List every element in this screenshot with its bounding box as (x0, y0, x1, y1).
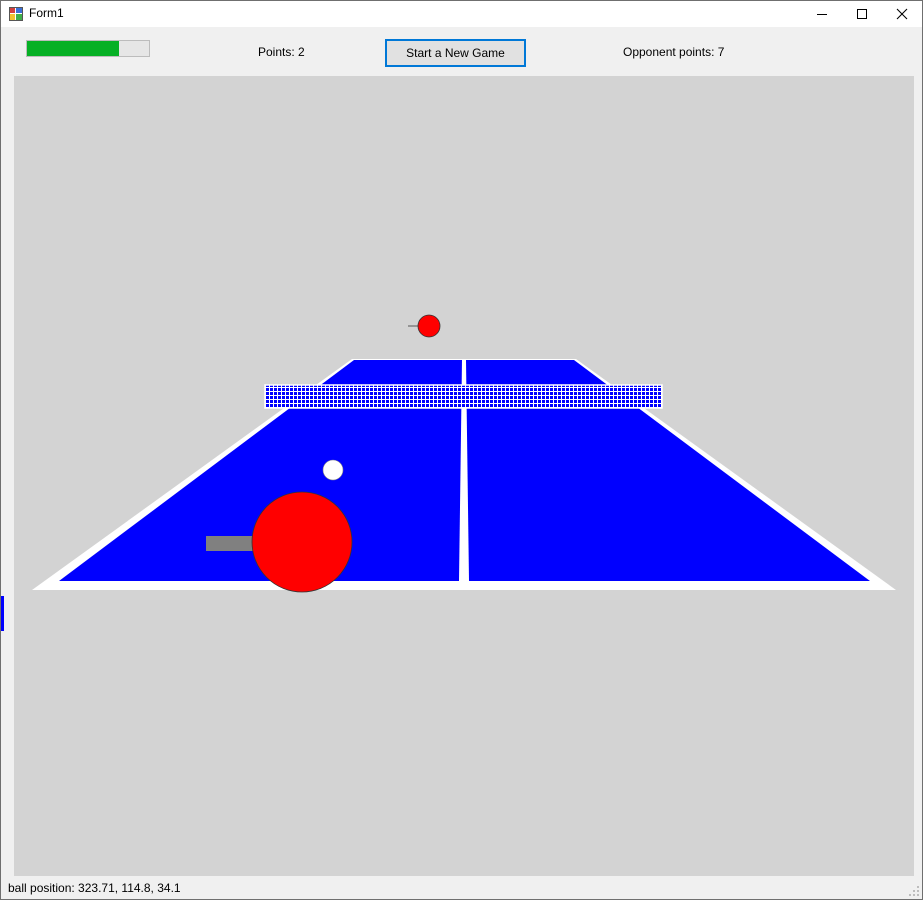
form-window: Form1 Points: 2 Start a New Game Opponen… (0, 0, 923, 900)
minimize-icon (817, 14, 827, 15)
title-bar[interactable]: Form1 (1, 1, 922, 27)
close-button[interactable] (882, 1, 922, 27)
opponent-points-label: Opponent points: 7 (623, 45, 725, 59)
app-form-icon (9, 7, 23, 21)
window-title: Form1 (29, 6, 64, 20)
player-paddle[interactable] (251, 491, 353, 593)
progress-fill (27, 41, 119, 56)
game-scene (32, 314, 896, 593)
resize-grip-icon[interactable] (908, 885, 920, 897)
net (264, 384, 663, 409)
start-new-game-button[interactable]: Start a New Game (385, 39, 526, 67)
status-bar: ball position: 323.71, 114.8, 34.1 (1, 877, 922, 899)
maximize-button[interactable] (842, 1, 882, 27)
points-label: Points: 2 (258, 45, 305, 59)
opponent-paddle (417, 314, 441, 338)
player-paddle-handle (206, 536, 256, 551)
maximize-icon (857, 9, 867, 19)
toolbar: Points: 2 Start a New Game Opponent poin… (1, 27, 922, 75)
ball-position-status: ball position: 323.71, 114.8, 34.1 (8, 881, 181, 895)
minimize-button[interactable] (802, 1, 842, 27)
progress-bar (26, 40, 150, 57)
close-icon (896, 8, 908, 20)
ball (322, 459, 344, 481)
game-canvas[interactable] (14, 76, 914, 876)
left-edge-marker (1, 596, 4, 631)
